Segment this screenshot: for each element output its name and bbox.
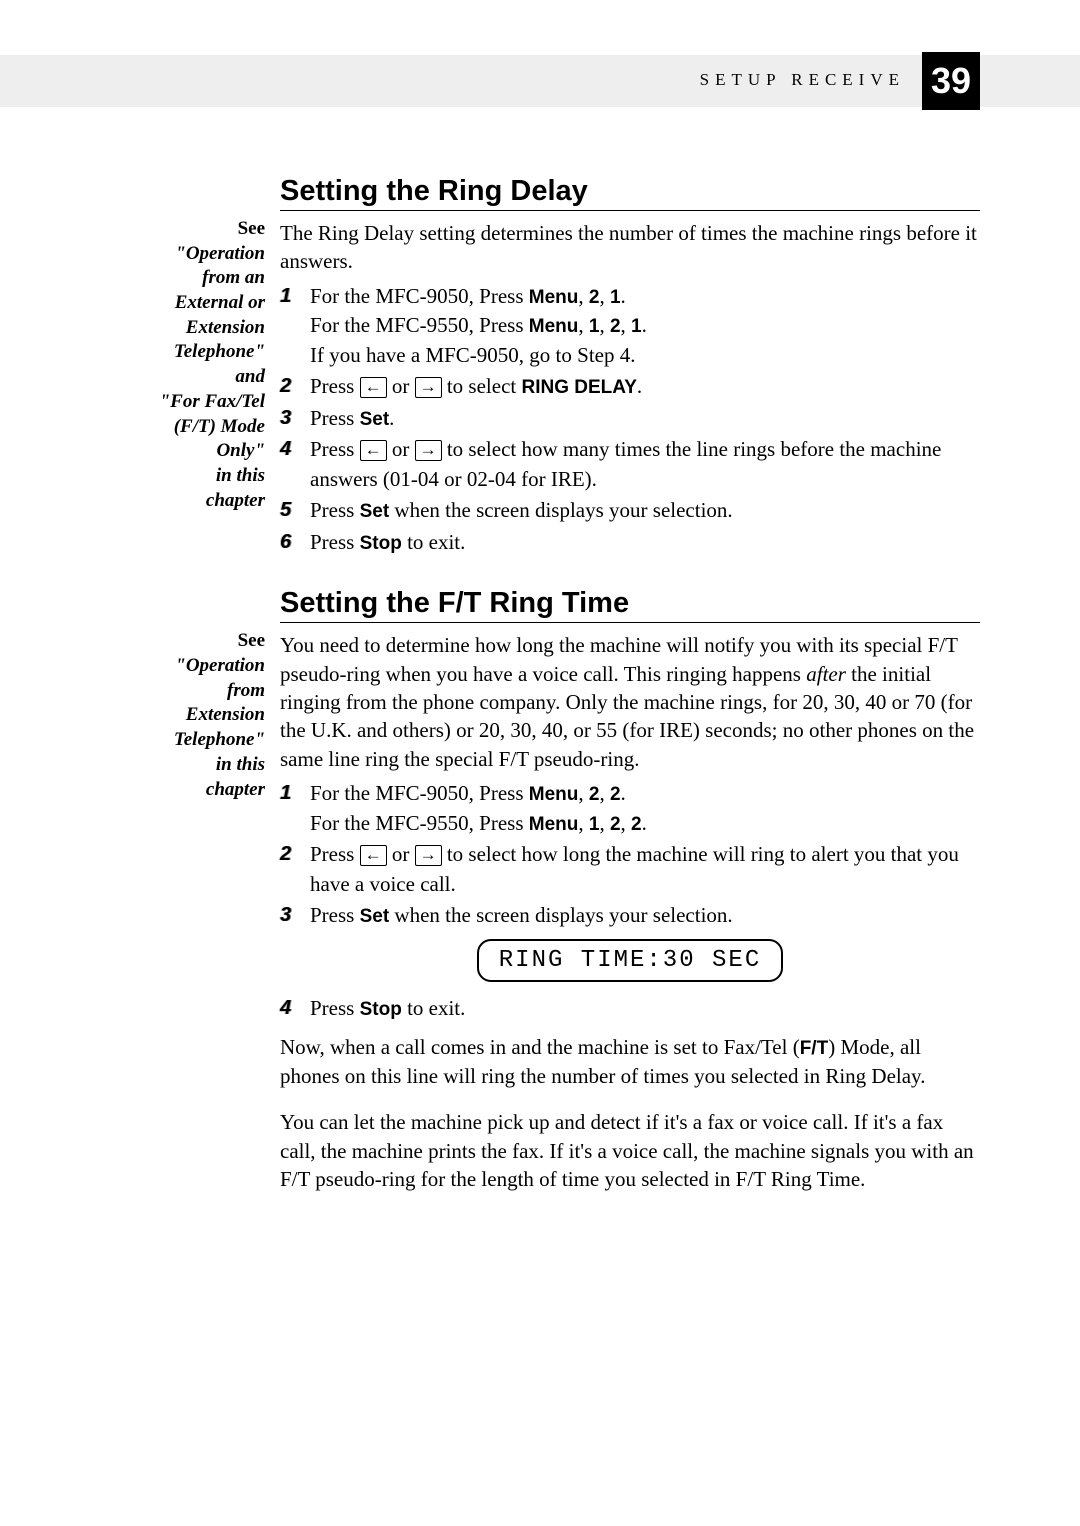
step-number: 4 <box>280 435 304 463</box>
step-1-5: 5 Press Set when the screen displays you… <box>280 496 980 526</box>
step-2-4: 4 Press Stop to exit. <box>280 994 980 1024</box>
page-number: 39 <box>922 52 980 110</box>
content: See "Operationfrom anExternal orExtensio… <box>100 175 980 1199</box>
section-ft-ring-time: See "OperationfromExtensionTelephone" in… <box>100 587 980 1199</box>
heading-ft-ring-time: Setting the F/T Ring Time <box>280 587 980 620</box>
step-number: 2 <box>280 372 304 400</box>
left-arrow-key-icon: ← <box>360 377 387 398</box>
para-ft-mode: Now, when a call comes in and the machin… <box>280 1033 980 1090</box>
step-2-3: 3 Press Set when the screen displays you… <box>280 901 980 931</box>
step-1-1: 1 For the MFC-9050, Press Menu, 2, 1. Fo… <box>280 282 980 371</box>
step-number: 1 <box>280 282 304 310</box>
t: For the MFC-9050, Press <box>310 284 529 308</box>
step-number: 5 <box>280 496 304 524</box>
step-1-2: 2 Press ← or → to select RING DELAY. <box>280 372 980 402</box>
lcd-display: RING TIME:30 SEC <box>280 939 980 982</box>
step-number: 3 <box>280 404 304 432</box>
heading-ring-delay: Setting the Ring Delay <box>280 175 980 208</box>
intro-2: You need to determine how long the machi… <box>280 631 980 773</box>
rule <box>280 622 980 623</box>
header-section: SETUP RECEIVE <box>700 70 905 90</box>
right-arrow-key-icon: → <box>415 440 442 461</box>
step-number: 6 <box>280 528 304 556</box>
lcd-text: RING TIME:30 SEC <box>477 939 783 982</box>
margin-note-1: See "Operationfrom anExternal orExtensio… <box>100 175 280 513</box>
rule <box>280 210 980 211</box>
step-2-1: 1 For the MFC-9050, Press Menu, 2, 2. Fo… <box>280 779 980 838</box>
step-2-2: 2 Press ← or → to select how long the ma… <box>280 840 980 899</box>
right-arrow-key-icon: → <box>415 845 442 866</box>
page: SETUP RECEIVE 39 See "Operationfrom anEx… <box>0 0 1080 1526</box>
header-band <box>0 55 1080 107</box>
left-arrow-key-icon: ← <box>360 440 387 461</box>
menu-key: Menu <box>529 287 579 308</box>
step-number: 2 <box>280 840 304 868</box>
section-ring-delay: See "Operationfrom anExternal orExtensio… <box>100 175 980 559</box>
step-1-4: 4 Press ← or → to select how many times … <box>280 435 980 494</box>
step-number: 3 <box>280 901 304 929</box>
step-1-6: 6 Press Stop to exit. <box>280 528 980 558</box>
left-arrow-key-icon: ← <box>360 845 387 866</box>
para-detect: You can let the machine pick up and dete… <box>280 1108 980 1193</box>
margin-note-2: See "OperationfromExtensionTelephone" in… <box>100 587 280 802</box>
step-number: 1 <box>280 779 304 807</box>
right-arrow-key-icon: → <box>415 377 442 398</box>
step-number: 4 <box>280 994 304 1022</box>
intro-1: The Ring Delay setting determines the nu… <box>280 219 980 276</box>
step-1-3: 3 Press Set. <box>280 404 980 434</box>
